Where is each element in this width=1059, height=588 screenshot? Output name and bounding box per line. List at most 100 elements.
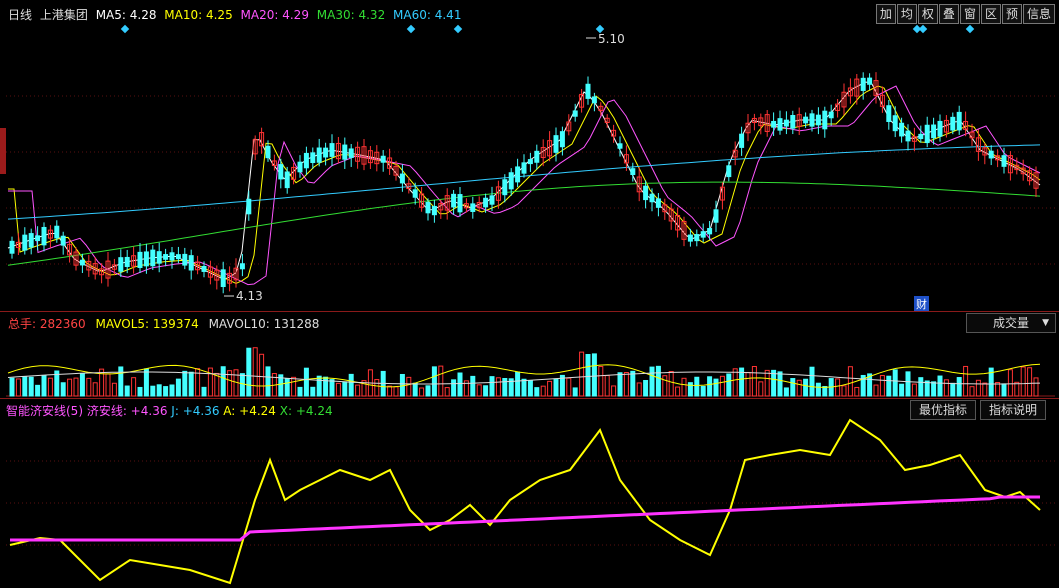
candle-body xyxy=(79,259,85,266)
volume-bar xyxy=(803,378,809,397)
volume-bar xyxy=(975,379,981,397)
volume-bar xyxy=(982,382,988,397)
volume-bar xyxy=(726,373,732,397)
candle-body xyxy=(399,173,405,184)
toolbar-info-button[interactable]: 信息 xyxy=(1022,4,1055,24)
candle-body xyxy=(534,150,540,163)
candle-body xyxy=(201,265,207,272)
volume-bar xyxy=(841,385,847,397)
event-marker-icon xyxy=(453,24,463,34)
event-marker-icon xyxy=(965,24,975,34)
volume-bar xyxy=(259,353,265,397)
volume-bar xyxy=(553,378,559,397)
indicator-help-button[interactable]: 指标说明 xyxy=(980,400,1047,420)
volume-bar xyxy=(950,382,956,397)
volume-bar xyxy=(719,375,725,397)
candle-body xyxy=(553,135,559,153)
candle-body xyxy=(246,198,252,215)
volume-bar xyxy=(572,387,578,397)
volume-bar xyxy=(284,378,290,397)
volume-bar xyxy=(163,386,169,397)
a-value: A: +4.24 xyxy=(223,404,276,418)
volume-bar xyxy=(899,383,905,397)
candle-body xyxy=(220,269,226,288)
volume-bar xyxy=(342,381,348,397)
high-price-label: 5.10 xyxy=(598,32,625,46)
mavol10-value: MAVOL10: 131288 xyxy=(208,317,320,331)
candle-body xyxy=(143,251,149,267)
finance-marker[interactable]: 财 xyxy=(914,296,929,312)
j-value: J: +4.36 xyxy=(171,404,220,418)
toolbar-forecast-button[interactable]: 预 xyxy=(1001,4,1022,24)
candle-body xyxy=(380,155,386,163)
toolbar-range-button[interactable]: 区 xyxy=(980,4,1001,24)
candle-body xyxy=(687,234,693,242)
volume-bar xyxy=(675,386,681,397)
candle-body xyxy=(28,233,34,248)
best-indicator-button[interactable]: 最优指标 xyxy=(910,400,977,420)
volume-bar xyxy=(873,384,879,397)
ma30-line xyxy=(7,181,1041,266)
volume-bar xyxy=(291,376,297,397)
candle-body xyxy=(559,131,565,148)
candle-body xyxy=(707,228,713,235)
candle-body xyxy=(303,152,309,169)
candle-body xyxy=(425,201,431,214)
volume-bar xyxy=(931,381,937,397)
volume-bar xyxy=(591,353,597,397)
volume-bar xyxy=(771,369,777,397)
toolbar-window-button[interactable]: 窗 xyxy=(959,4,980,24)
volume-bar xyxy=(521,378,527,397)
volume-select-label: 成交量 xyxy=(993,316,1030,330)
volume-bar xyxy=(611,385,617,397)
volume-bar xyxy=(886,375,892,397)
volume-bar xyxy=(579,351,585,397)
candle-body xyxy=(643,185,649,201)
volume-bar xyxy=(73,377,79,397)
volume-indicator-select[interactable]: 成交量 ▼ xyxy=(966,313,1056,333)
volume-bar xyxy=(419,387,425,397)
candle-body xyxy=(22,234,28,251)
period-label[interactable]: 日线 xyxy=(8,8,32,22)
ma10-line xyxy=(8,85,1041,285)
volume-bar xyxy=(252,347,258,397)
volume-bar xyxy=(758,381,764,397)
toolbar-add-button[interactable]: 加 xyxy=(875,4,896,24)
candle-body xyxy=(323,147,329,158)
candle-body xyxy=(918,133,924,140)
candle-body xyxy=(489,195,495,205)
candle-body xyxy=(265,145,271,159)
toolbar-rights-button[interactable]: 权 xyxy=(917,4,938,24)
volume-bar xyxy=(182,370,188,397)
event-marker-icon xyxy=(406,24,416,34)
toolbar-overlay-button[interactable]: 叠 xyxy=(938,4,959,24)
candle-body xyxy=(771,120,777,128)
volume-bar xyxy=(329,379,335,397)
candle-body xyxy=(348,148,354,158)
toolbar-average-button[interactable]: 均 xyxy=(896,4,917,24)
volume-bar xyxy=(131,377,137,397)
candle-body xyxy=(726,165,732,178)
candle-body xyxy=(867,77,873,85)
candle-body xyxy=(809,113,815,127)
volume-bar xyxy=(502,378,508,397)
ma20-line xyxy=(8,85,1041,286)
volume-bar xyxy=(662,375,668,397)
kline-chart-canvas[interactable] xyxy=(0,0,1059,588)
volume-bar xyxy=(406,376,412,397)
candle-body xyxy=(1001,155,1007,167)
volume-bar xyxy=(1001,383,1007,397)
volume-total-label: 总手: xyxy=(8,317,40,331)
volume-total-value: 282360 xyxy=(39,317,86,331)
candle-body xyxy=(118,257,124,272)
candle-body xyxy=(508,172,514,190)
volume-bar xyxy=(854,386,860,397)
candle-body xyxy=(924,124,930,144)
volume-bar xyxy=(310,386,316,397)
volume-bar xyxy=(956,377,962,397)
volume-bar xyxy=(150,385,156,397)
mavol5-value: MAVOL5: 139374 xyxy=(95,317,199,331)
volume-bar xyxy=(918,377,924,397)
ma10-value: MA10: 4.25 xyxy=(164,8,233,22)
volume-bar xyxy=(905,371,911,397)
